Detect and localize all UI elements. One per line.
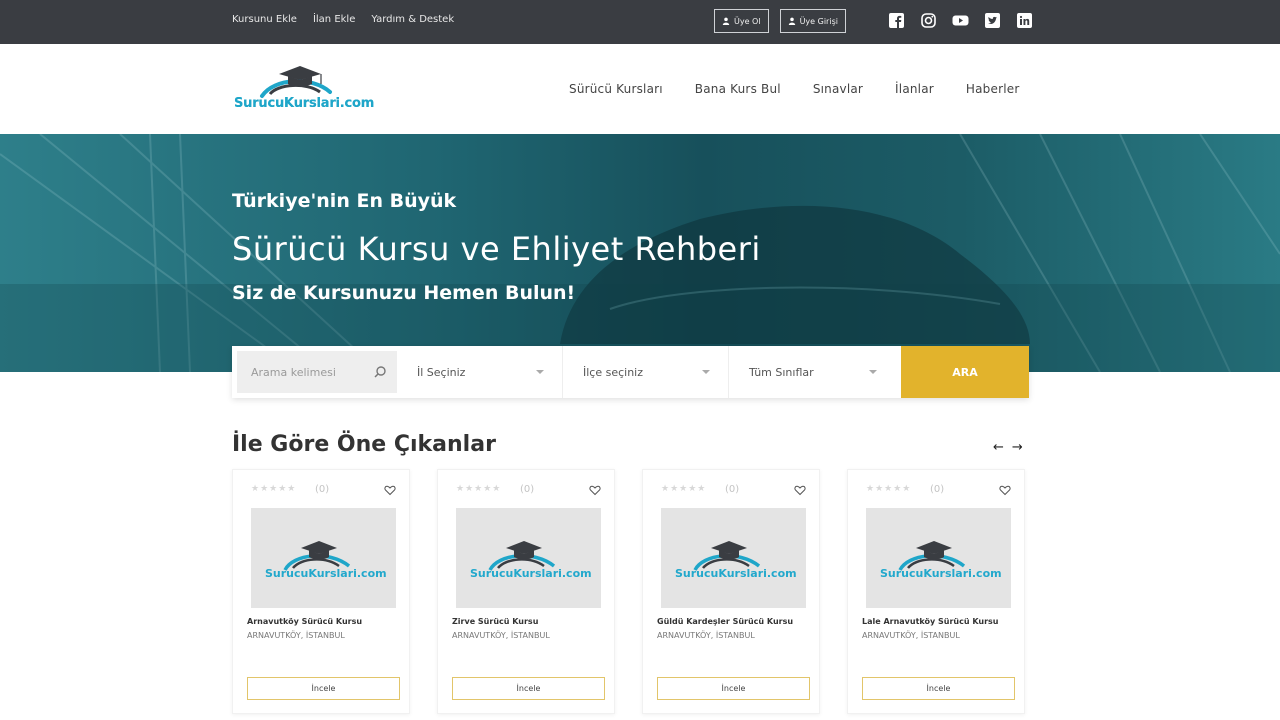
city-select[interactable]: İl Seçiniz [397,346,563,398]
search-bar: Arama kelimesi İl Seçiniz İlçe seçiniz T… [232,346,1029,398]
heart-icon[interactable] [999,484,1011,496]
district-select[interactable]: İlçe seçiniz [563,346,729,398]
login-label: Üye Girişi [799,16,838,26]
register-button[interactable]: Üye Ol [714,9,769,33]
course-card[interactable]: ★★★★★ (0) SurucuKurslari.com Lale Arnavu… [847,469,1025,714]
search-input[interactable]: Arama kelimesi [237,351,397,393]
course-location: ARNAVUTKÖY, İSTANBUL [862,631,960,640]
linkedin-icon[interactable] [1016,12,1033,29]
hero-subtitle: Siz de Kursunuzu Hemen Bulun! [232,282,576,304]
add-listing-link[interactable]: İlan Ekle [313,14,355,25]
rating-stars: ★★★★★ [456,484,502,494]
heart-icon[interactable] [589,484,601,496]
search-placeholder: Arama kelimesi [251,365,336,379]
nav-find-course[interactable]: Bana Kurs Bul [695,82,781,96]
rating-count: (0) [725,484,740,495]
site-logo[interactable]: SurucuKurslari.com [234,62,374,118]
rating-count: (0) [315,484,330,495]
chevron-down-icon [869,370,877,374]
nav-driving-courses[interactable]: Sürücü Kursları [569,82,663,96]
hero-title-line2: Sürücü Kursu ve Ehliyet Rehberi [232,230,761,268]
city-select-label: İl Seçiniz [417,365,466,379]
search-icon[interactable] [373,365,387,379]
course-name[interactable]: Arnavutköy Sürücü Kursu [247,617,362,626]
view-course-button[interactable]: İncele [657,677,810,700]
course-name[interactable]: Güldü Kardeşler Sürücü Kursu [657,617,793,626]
course-thumbnail[interactable]: SurucuKurslari.com [866,508,1011,608]
view-course-button[interactable]: İncele [247,677,400,700]
course-thumbnail[interactable]: SurucuKurslari.com [251,508,396,608]
main-header: SurucuKurslari.com Sürücü Kursları Bana … [0,44,1280,134]
view-course-button[interactable]: İncele [452,677,605,700]
search-button[interactable]: ARA [901,346,1029,398]
course-thumbnail[interactable]: SurucuKurslari.com [456,508,601,608]
course-name[interactable]: Lale Arnavutköy Sürücü Kursu [862,617,999,626]
rating-count: (0) [520,484,535,495]
carousel-arrows: ← → [993,440,1023,455]
rating-stars: ★★★★★ [661,484,707,494]
course-location: ARNAVUTKÖY, İSTANBUL [657,631,755,640]
twitter-icon[interactable] [984,12,1001,29]
user-icon [722,17,730,25]
class-select[interactable]: Tüm Sınıflar [729,346,895,398]
youtube-icon[interactable] [952,12,969,29]
rating-stars: ★★★★★ [866,484,912,494]
heart-icon[interactable] [384,484,396,496]
chevron-down-icon [536,370,544,374]
arrow-left-icon[interactable]: ← [993,440,1004,455]
chevron-down-icon [702,370,710,374]
thumbnail-logo-text: SurucuKurslari.com [675,567,797,580]
add-course-link[interactable]: Kursunu Ekle [232,14,297,25]
facebook-icon[interactable] [888,12,905,29]
course-name[interactable]: Zirve Sürücü Kursu [452,617,538,626]
course-card[interactable]: ★★★★★ (0) SurucuKurslari.com Zirve Sürüc… [437,469,615,714]
instagram-icon[interactable] [920,12,937,29]
thumbnail-logo-text: SurucuKurslari.com [265,567,387,580]
auth-buttons: Üye Ol Üye Girişi [714,9,846,33]
district-select-label: İlçe seçiniz [583,365,644,379]
nav-news[interactable]: Haberler [966,82,1020,96]
logo-text: SurucuKurslari.com [234,96,375,111]
nav-listings[interactable]: İlanlar [895,82,934,96]
social-links [888,12,1033,29]
top-links: Kursunu Ekle İlan Ekle Yardım & Destek [232,14,454,25]
rating-stars: ★★★★★ [251,484,297,494]
nav-exams[interactable]: Sınavlar [813,82,863,96]
user-icon [788,17,795,25]
top-bar: Kursunu Ekle İlan Ekle Yardım & Destek Ü… [0,0,1280,44]
help-link[interactable]: Yardım & Destek [371,14,454,25]
course-card[interactable]: ★★★★★ (0) SurucuKurslari.com Güldü Karde… [642,469,820,714]
rating-count: (0) [930,484,945,495]
section-title: İle Göre Öne Çıkanlar [232,432,496,457]
hero-banner: Türkiye'nin En Büyük Sürücü Kursu ve Ehl… [0,134,1280,372]
main-nav: Sürücü Kursları Bana Kurs Bul Sınavlar İ… [569,82,1019,96]
register-label: Üye Ol [734,16,761,26]
arrow-right-icon[interactable]: → [1012,440,1023,455]
thumbnail-logo-text: SurucuKurslari.com [880,567,1002,580]
course-card[interactable]: ★★★★★ (0) SurucuKurslari.com Arnavutköy … [232,469,410,714]
class-select-label: Tüm Sınıflar [749,365,814,379]
hero-title-line1: Türkiye'nin En Büyük [232,190,457,212]
thumbnail-logo-text: SurucuKurslari.com [470,567,592,580]
heart-icon[interactable] [794,484,806,496]
login-button[interactable]: Üye Girişi [779,9,846,33]
course-location: ARNAVUTKÖY, İSTANBUL [247,631,345,640]
course-thumbnail[interactable]: SurucuKurslari.com [661,508,806,608]
view-course-button[interactable]: İncele [862,677,1015,700]
course-location: ARNAVUTKÖY, İSTANBUL [452,631,550,640]
